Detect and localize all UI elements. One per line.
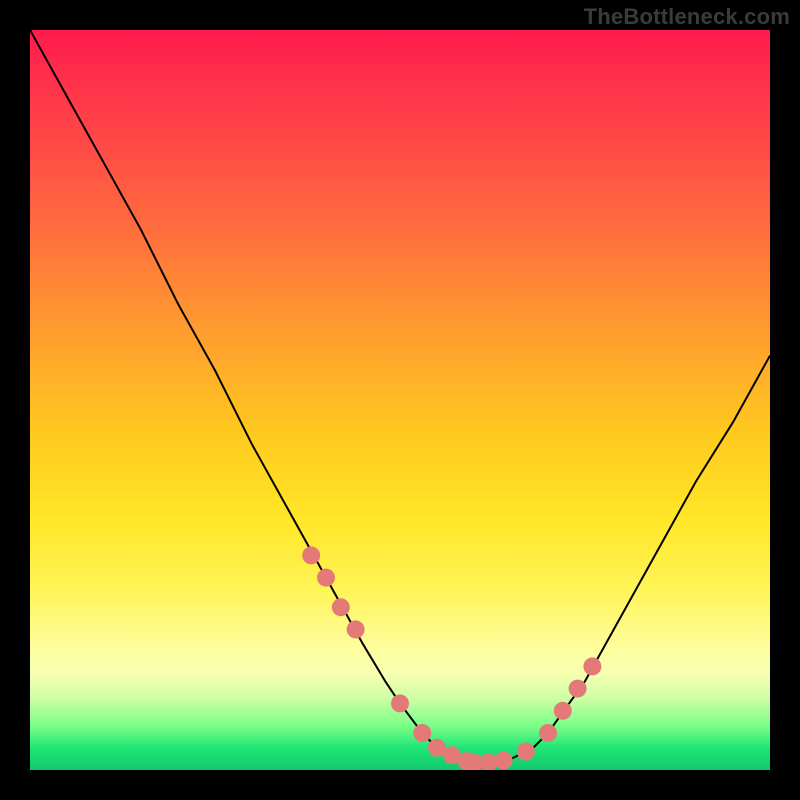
highlight-marker [391,694,409,712]
highlight-marker [302,546,320,564]
plot-area [30,30,770,770]
highlight-marker [554,702,572,720]
highlight-marker [332,598,350,616]
highlight-marker [539,724,557,742]
highlight-marker [495,751,513,769]
highlight-markers [302,546,601,770]
highlight-marker [413,724,431,742]
highlight-marker [517,743,535,761]
highlight-marker [317,569,335,587]
watermark-text: TheBottleneck.com [584,4,790,30]
curve-layer [30,30,770,770]
chart-frame: TheBottleneck.com [0,0,800,800]
highlight-marker [583,657,601,675]
highlight-marker [569,680,587,698]
bottleneck-curve [30,30,770,763]
highlight-marker [347,620,365,638]
